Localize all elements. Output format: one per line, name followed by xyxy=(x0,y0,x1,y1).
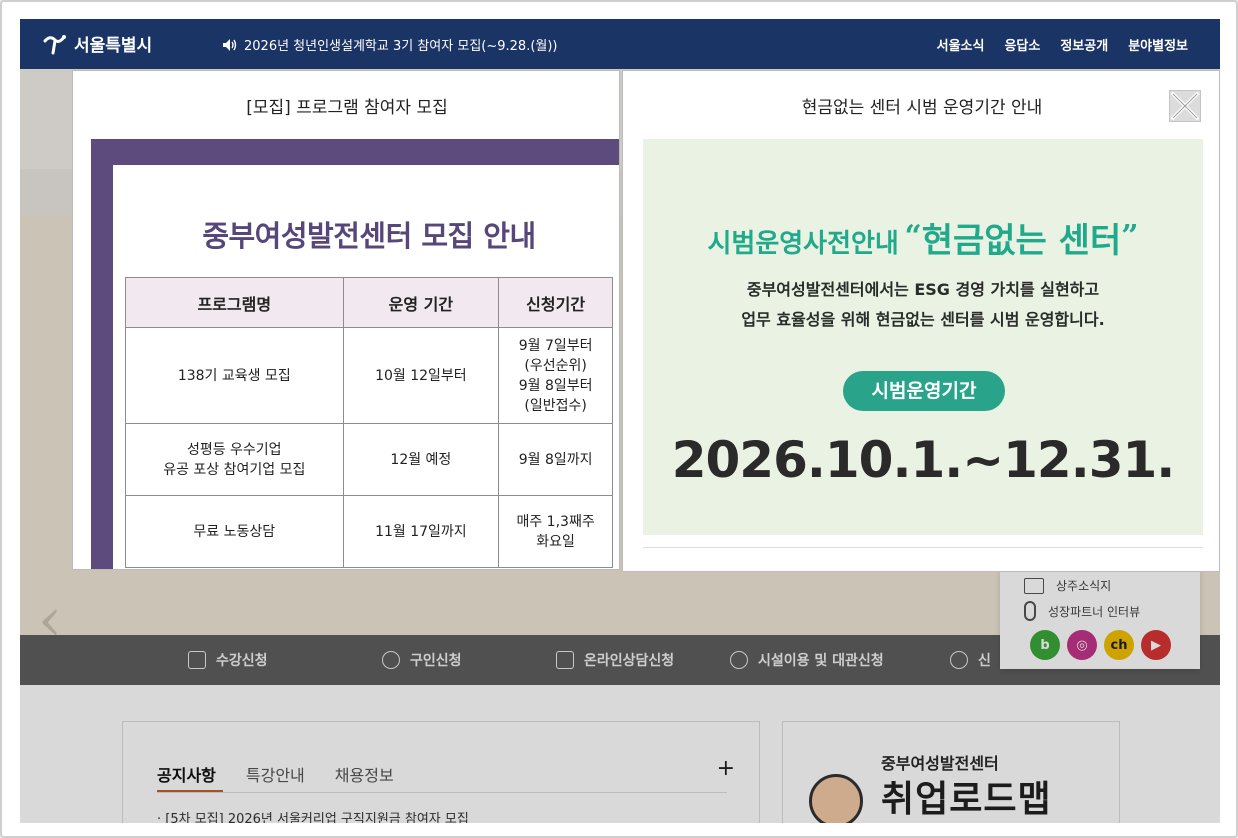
trial-period-badge: 시범운영기간 xyxy=(843,371,1005,411)
popup-footer-divider xyxy=(643,547,1203,548)
top-links: 서울소식 응답소 정보공개 분야별정보 xyxy=(937,35,1188,54)
popup-recruitment: [모집] 프로그램 참여자 모집 중부여성발전센터 모집 안내 프로그램명 운영… xyxy=(72,70,620,570)
quote-close: ” xyxy=(1121,219,1139,254)
cell-program-name: 무료 노동상담 xyxy=(125,495,344,568)
cell-period: 12월 예정 xyxy=(342,423,500,496)
headline-big: 현금없는 센터 xyxy=(921,221,1122,261)
logo-text: 서울특별시 xyxy=(74,36,153,56)
desc-line: 업무 효율성을 위해 현금없는 센터를 시범 운영합니다. xyxy=(741,310,1105,329)
apply-line: 9월 7일부터 xyxy=(518,337,593,354)
link-field-info[interactable]: 분야별정보 xyxy=(1128,35,1188,54)
seoul-logo[interactable]: 서울특별시 xyxy=(42,31,152,56)
flyer-body: 중부여성발전센터 모집 안내 프로그램명 운영 기간 신청기간 138기 교육생… xyxy=(113,165,619,569)
popup-title: [모집] 프로그램 참여자 모집 xyxy=(246,98,448,118)
top-bar: 서울특별시 2026년 청년인생설계학교 3기 참여자 모집(~9.28.(월)… xyxy=(20,19,1220,69)
table-row: 성평등 우수기업 유공 포상 참여기업 모집 12월 예정 9월 8일까지 xyxy=(125,423,613,496)
col-program-name: 프로그램명 xyxy=(125,277,344,328)
trial-period-date: 2026.10.1.~12.31. xyxy=(671,431,1176,489)
apply-line: (일반접수) xyxy=(524,397,587,414)
program-table: 프로그램명 운영 기간 신청기간 138기 교육생 모집 10월 12일부터 9… xyxy=(125,277,613,568)
name-line: 유공 포상 참여기업 모집 xyxy=(163,461,306,478)
cell-apply: 매주 1,3째주 화요일 xyxy=(498,495,613,568)
col-apply: 신청기간 xyxy=(498,277,613,328)
link-eungdapso[interactable]: 응답소 xyxy=(1004,35,1040,54)
header-notice[interactable]: 2026년 청년인생설계학교 3기 참여자 모집(~9.28.(월)) xyxy=(222,35,558,54)
banner-description: 중부여성발전센터에서는 ESG 경영 가치를 실현하고 업무 효율성을 위해 현… xyxy=(643,275,1203,335)
cell-period: 11월 17일까지 xyxy=(342,495,500,568)
table-header-row: 프로그램명 운영 기간 신청기간 xyxy=(125,277,613,328)
apply-line: 화요일 xyxy=(536,533,575,550)
table-row: 무료 노동상담 11월 17일까지 매주 1,3째주 화요일 xyxy=(125,495,613,568)
table-row: 138기 교육생 모집 10월 12일부터 9월 7일부터 (우선순위) 9월 … xyxy=(125,327,613,424)
link-info-disclosure[interactable]: 정보공개 xyxy=(1060,35,1108,54)
browser-frame: 서울특별시 2026년 청년인생설계학교 3기 참여자 모집(~9.28.(월)… xyxy=(0,0,1238,838)
speaker-icon xyxy=(223,38,237,51)
seoul-logo-icon xyxy=(43,34,66,54)
banner-headline: 시범운영사전안내 “현금없는 센터” xyxy=(643,213,1203,262)
popup-cashless: 현금없는 센터 시범 운영기간 안내 시범운영사전안내 “현금없는 센터” 중부… xyxy=(622,70,1220,572)
cell-program-name: 성평등 우수기업 유공 포상 참여기업 모집 xyxy=(125,423,344,496)
flyer-heading: 중부여성발전센터 모집 안내 xyxy=(202,219,536,253)
cell-program-name: 138기 교육생 모집 xyxy=(125,327,344,424)
headline-small: 시범운영사전안내 xyxy=(707,229,899,259)
cell-period: 10월 12일부터 xyxy=(342,327,500,424)
cell-apply: 9월 7일부터 (우선순위) 9월 8일부터 (일반접수) xyxy=(498,327,613,424)
name-line: 성평등 우수기업 xyxy=(186,441,282,458)
col-period: 운영 기간 xyxy=(342,277,500,328)
header-notice-text: 2026년 청년인생설계학교 3기 참여자 모집(~9.28.(월)) xyxy=(244,39,558,54)
apply-line: 매주 1,3째주 xyxy=(516,513,595,530)
popup-title: 현금없는 센터 시범 운영기간 안내 xyxy=(801,98,1043,118)
cashless-banner[interactable]: 시범운영사전안내 “현금없는 센터” 중부여성발전센터에서는 ESG 경영 가치… xyxy=(643,139,1203,535)
close-icon xyxy=(1170,91,1200,121)
quote-open: “ xyxy=(904,219,922,254)
cell-apply: 9월 8일까지 xyxy=(498,423,613,496)
close-button[interactable] xyxy=(1169,90,1201,122)
apply-line: 9월 8일부터 xyxy=(518,377,593,394)
desc-line: 중부여성발전센터에서는 ESG 경영 가치를 실현하고 xyxy=(746,280,1100,299)
link-seoul-news[interactable]: 서울소식 xyxy=(937,35,985,54)
recruitment-flyer[interactable]: 중부여성발전센터 모집 안내 프로그램명 운영 기간 신청기간 138기 교육생… xyxy=(91,139,619,569)
apply-line: (우선순위) xyxy=(524,357,587,374)
